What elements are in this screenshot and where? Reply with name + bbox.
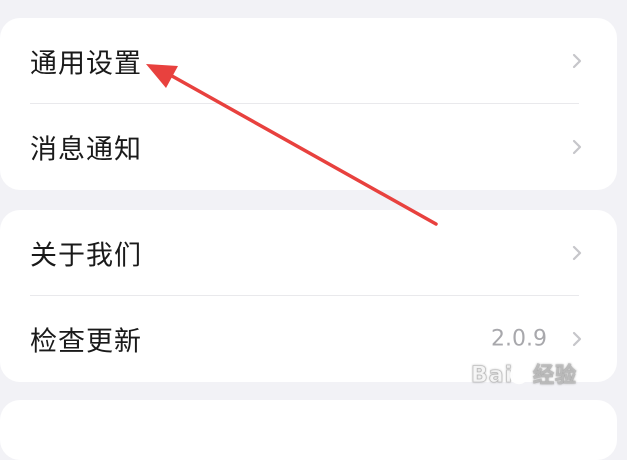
settings-item-label: 消息通知 — [30, 134, 142, 166]
chevron-right-icon — [572, 139, 582, 155]
settings-item-general[interactable]: 通用设置 — [0, 18, 617, 104]
settings-item-label: 通用设置 — [30, 48, 142, 80]
settings-item-notifications[interactable]: 消息通知 — [0, 104, 617, 190]
baidu-jingyan-watermark: Bai 经验 — [471, 359, 595, 389]
settings-group-2: 关于我们 检查更新 2.0.9 — [0, 210, 617, 382]
settings-item-label: 关于我们 — [30, 240, 142, 272]
chevron-right-icon — [572, 245, 582, 261]
baidu-paw-logo: Bai 经验 — [471, 363, 577, 389]
chevron-right-icon — [572, 53, 582, 69]
svg-text:Bai: Bai — [471, 363, 513, 388]
settings-group-1: 通用设置 消息通知 — [0, 18, 617, 190]
settings-item-about[interactable]: 关于我们 — [0, 210, 617, 296]
version-value: 2.0.9 — [491, 326, 547, 352]
settings-group-3 — [0, 400, 617, 460]
chevron-right-icon — [572, 331, 582, 347]
settings-item-label: 检查更新 — [30, 326, 142, 358]
svg-text:经验: 经验 — [533, 363, 577, 387]
